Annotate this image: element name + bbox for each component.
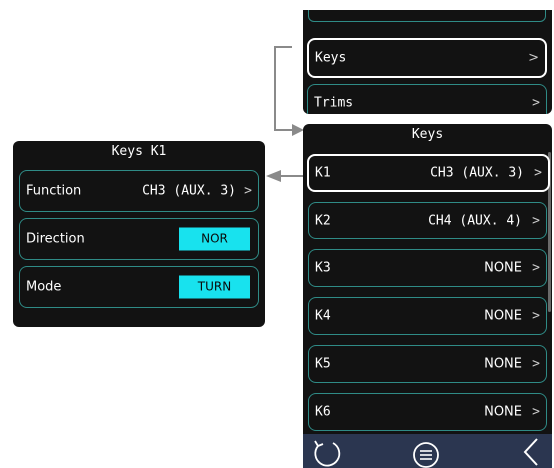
key-row-k6[interactable]: K6 NONE > <box>308 393 547 431</box>
key-value: NONE <box>484 404 522 420</box>
key-value: CH3 (AUX. 3) <box>430 165 524 181</box>
key-label: K3 <box>315 260 331 276</box>
menu-item-trims-label: Trims <box>314 95 354 111</box>
key-row-k1[interactable]: K1 CH3 (AUX. 3) > <box>307 154 550 192</box>
keys-k1-screen: Keys K1 Function CH3 (AUX. 3) > Directio… <box>13 141 265 327</box>
key-label: K4 <box>315 308 331 324</box>
left-arrowhead <box>266 170 281 182</box>
chevron-right-icon: > <box>534 165 542 181</box>
key-value: CH4 (AUX. 4) <box>428 213 522 228</box>
key-label: K5 <box>315 356 331 372</box>
refresh-icon[interactable] <box>309 438 343 468</box>
chevron-right-icon: > <box>244 183 252 199</box>
key-row-k4[interactable]: K4 NONE > <box>308 297 547 335</box>
chevron-right-icon: > <box>532 95 540 111</box>
partial-menu-item <box>308 10 546 22</box>
menu-icon[interactable] <box>411 440 441 468</box>
keys-screen: Keys K1 CH3 (AUX. 3) > K2 CH4 (AUX. 4) >… <box>303 124 552 468</box>
key-row-k5[interactable]: K5 NONE > <box>308 345 547 383</box>
keys-title: Keys <box>411 127 444 142</box>
menu-item-keys-label: Keys <box>315 50 347 66</box>
chevron-right-icon: > <box>532 356 540 372</box>
key-value: NONE <box>484 260 522 276</box>
menu-item-keys[interactable]: Keys > <box>307 38 547 78</box>
key-label: K6 <box>315 404 331 420</box>
chevron-right-icon: > <box>532 404 540 420</box>
key-row-k3[interactable]: K3 NONE > <box>308 249 547 287</box>
function-label: Function <box>26 183 82 199</box>
key-label: K2 <box>315 213 331 228</box>
chevron-right-icon: > <box>532 260 540 276</box>
chevron-right-icon: > <box>532 213 540 228</box>
key-value: NONE <box>484 308 522 324</box>
back-icon[interactable] <box>517 436 543 468</box>
mode-label: Mode <box>26 279 62 295</box>
mode-row[interactable]: Mode TURN <box>19 266 259 308</box>
mode-toggle[interactable]: TURN <box>179 275 250 299</box>
direction-row[interactable]: Direction NOR <box>19 218 259 260</box>
menu-item-trims[interactable]: Trims > <box>307 84 547 114</box>
function-row[interactable]: Function CH3 (AUX. 3) > <box>19 170 259 212</box>
direction-toggle[interactable]: NOR <box>179 227 250 251</box>
key-label: K1 <box>315 165 331 181</box>
key-value: NONE <box>484 356 522 372</box>
k1-title: Keys K1 <box>111 144 167 159</box>
function-value: CH3 (AUX. 3) <box>142 183 236 199</box>
top-menu-panel: Keys > Trims > <box>303 10 552 114</box>
chevron-right-icon: > <box>532 308 540 324</box>
direction-label: Direction <box>26 231 85 247</box>
bottom-nav-bar <box>303 434 552 468</box>
key-row-k2[interactable]: K2 CH4 (AUX. 4) > <box>308 202 547 239</box>
bracket-arrow-path <box>274 46 296 131</box>
chevron-right-icon: > <box>528 50 539 66</box>
